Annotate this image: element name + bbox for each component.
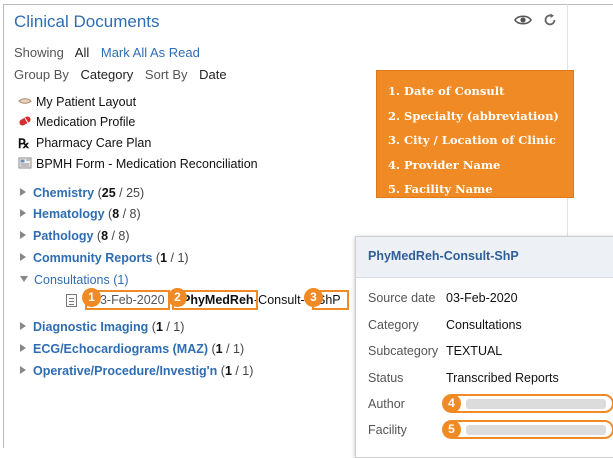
quick-link-my-patient-layout[interactable]: My Patient Layout [18, 95, 136, 109]
quick-link-label: My Patient Layout [36, 95, 137, 109]
tree-node-consultations[interactable]: Consultations (1) [20, 273, 129, 287]
quick-link-label: Medication Profile [36, 115, 136, 129]
marker-5: 5 [442, 420, 461, 439]
tree-node-diagnostic-imaging[interactable]: Diagnostic Imaging (1 / 1) [20, 320, 184, 334]
popup-title: PhyMedReh-Consult-ShP [368, 249, 519, 263]
expand-arrow-icon[interactable] [20, 322, 26, 330]
panel-title: Clinical Documents [14, 12, 160, 31]
mark-all-read-link[interactable]: Mark All As Read [101, 45, 200, 60]
popup-row-author: Author [368, 397, 446, 411]
row-label: Category [368, 318, 419, 332]
showing-label: Showing [14, 45, 64, 60]
node-name: Consultations (1) [34, 273, 129, 287]
rx-icon: ℞ [18, 137, 30, 152]
marker-4: 4 [442, 394, 461, 413]
legend-item: 2. Specialty (abbreviation) [388, 108, 559, 123]
expand-arrow-icon[interactable] [20, 366, 26, 374]
redacted-facility [466, 425, 606, 435]
total-count: / 8) [108, 229, 130, 243]
expand-arrow-icon[interactable] [20, 209, 26, 217]
showing-value[interactable]: All [75, 45, 89, 60]
row-label: Facility [368, 423, 407, 437]
sort-by-value[interactable]: Date [199, 67, 226, 82]
marker-2: 2 [168, 288, 187, 307]
popup-row-facility: Facility [368, 423, 446, 437]
total-count: / 1) [222, 342, 245, 356]
eye-icon[interactable] [514, 14, 532, 26]
redacted-author [466, 399, 606, 409]
node-name: Hematology [33, 207, 105, 221]
total-count: / 1) [162, 320, 185, 334]
refresh-icon[interactable] [543, 13, 557, 27]
row-label: Author [368, 397, 405, 411]
tree-node-chemistry[interactable]: Chemistry (25 / 25) [20, 186, 144, 200]
tree-node-ecg[interactable]: ECG/Echocardiograms (MAZ) (1 / 1) [20, 342, 244, 356]
unread-count: 1 [155, 320, 163, 334]
row-value: Transcribed Reports [446, 371, 559, 385]
row-value: Consultations [446, 318, 522, 332]
expand-arrow-icon[interactable] [20, 188, 26, 196]
node-name: ECG/Echocardiograms (MAZ) [33, 342, 209, 356]
tree-node-operative[interactable]: Operative/Procedure/Investig'n (1 / 1) [20, 364, 253, 378]
expand-arrow-icon[interactable] [20, 253, 26, 261]
expand-arrow-icon[interactable] [20, 231, 26, 239]
unread-count: 1 [215, 342, 223, 356]
quick-link-label: BPMH Form - Medication Reconciliation [36, 157, 258, 171]
popup-row-category: Category Consultations [368, 318, 522, 332]
row-label: Source date [368, 291, 436, 305]
quick-link-bpmh-form[interactable]: BPMH Form - Medication Reconciliation [18, 157, 258, 171]
popup-row-source-date: Source date 03-Feb-2020 [368, 291, 518, 305]
total-count: / 1) [167, 251, 189, 265]
node-name: Chemistry [33, 186, 95, 200]
expand-arrow-icon[interactable] [20, 344, 26, 352]
document-icon [66, 294, 77, 307]
sort-by-label: Sort By [144, 67, 188, 82]
group-sort-controls: Group By Category Sort By Date [14, 67, 227, 82]
marker-3: 3 [304, 288, 323, 307]
quick-link-label: Pharmacy Care Plan [36, 136, 152, 150]
node-name: Operative/Procedure/Investig'n [33, 364, 218, 378]
doc-separator: -Consult- [254, 293, 305, 307]
document-preview-popup: PhyMedReh-Consult-ShP Source date 03-Feb-… [355, 236, 613, 458]
form-icon [18, 157, 32, 169]
group-by-value[interactable]: Category [81, 67, 134, 82]
quick-link-pharmacy-care-plan[interactable]: ℞ Pharmacy Care Plan [18, 136, 151, 151]
unread-count: 8 [101, 229, 109, 243]
tree-node-community-reports[interactable]: Community Reports (1 / 1) [20, 251, 189, 265]
popup-row-subcategory: Subcategory TEXTUAL [368, 344, 502, 358]
annotation-legend: 1. Date of Consult 2. Specialty (abbrevi… [376, 70, 574, 198]
legend-item: 1. Date of Consult [388, 84, 505, 98]
pill-icon [19, 116, 31, 126]
popup-row-status: Status Transcribed Reports [368, 371, 559, 385]
row-label: Subcategory [368, 344, 439, 358]
legend-item: 5. Facility Name [388, 182, 493, 196]
collapse-arrow-icon[interactable] [20, 276, 28, 282]
legend-item: 3. City / Location of Clinic [388, 133, 556, 147]
tree-node-pathology[interactable]: Pathology (8 / 8) [20, 229, 130, 243]
eye-lens-icon [18, 98, 32, 104]
group-by-label: Group By [14, 67, 69, 82]
node-name: Community Reports [33, 251, 153, 265]
showing-filter: Showing All Mark All As Read [14, 45, 200, 60]
tree-node-hematology[interactable]: Hematology (8 / 8) [20, 207, 141, 221]
row-value: 03-Feb-2020 [446, 291, 518, 305]
node-name: Pathology [33, 229, 94, 243]
total-count: / 1) [231, 364, 254, 378]
unread-count: 1 [160, 251, 168, 265]
row-label: Status [368, 371, 404, 385]
unread-count: 25 [101, 186, 116, 200]
total-count: / 25) [115, 186, 145, 200]
legend-item: 4. Provider Name [388, 157, 501, 172]
row-value: TEXTUAL [446, 344, 503, 358]
marker-1: 1 [82, 288, 101, 307]
quick-link-medication-profile[interactable]: Medication Profile [18, 115, 135, 129]
unread-count: 1 [224, 364, 232, 378]
total-count: / 8) [119, 207, 141, 221]
node-name: Diagnostic Imaging [33, 320, 149, 334]
